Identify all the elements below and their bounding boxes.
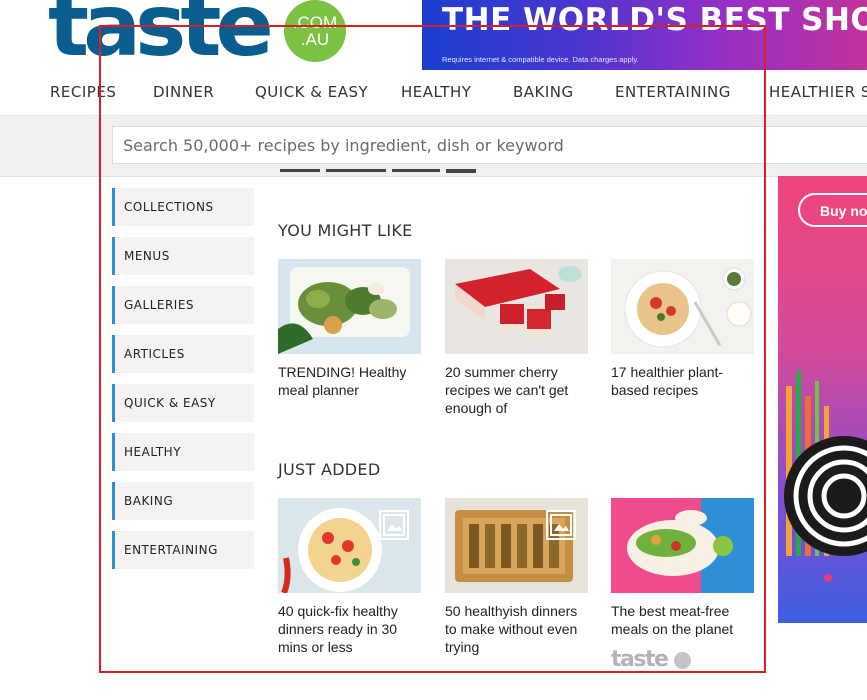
section-title-just-added: JUST ADDED [278,460,381,479]
sidebar-item-label: GALLERIES [124,298,195,312]
sidebar-item-label: MENUS [124,249,170,263]
sidebar-item-galleries[interactable]: GALLERIES [112,286,254,324]
card-title[interactable]: 20 summer cherry recipes we can't get en… [445,363,588,417]
card-title[interactable]: The best meat-free meals on the planet [611,602,754,638]
footer-logo-badge [674,652,691,669]
card-title[interactable]: TRENDING! Healthy meal planner [278,363,421,399]
sidebar-item-label: ARTICLES [124,347,185,361]
logo-badge: .COM .AU [284,0,346,62]
nav-item-baking[interactable]: BAKING [513,83,574,101]
card-title[interactable]: 40 quick-fix healthy dinners ready in 30… [278,602,421,656]
card-title[interactable]: 50 healthyish dinners to make without ev… [445,602,588,656]
footer-taste-logo: taste [611,647,669,672]
sidebar-item-collections[interactable]: COLLECTIONS [112,188,254,226]
nav-item-recipes[interactable]: RECIPES [50,83,116,101]
banner-fine-print: Requires internet & compatible device. D… [442,55,639,64]
side-ad[interactable]: Buy now [778,176,867,623]
card-image-tart[interactable] [445,498,588,593]
section-title-you-might-like: YOU MIGHT LIKE [278,221,413,240]
logo-badge-bottom: .AU [300,30,330,49]
nav-item-healthier[interactable]: HEALTHIER SU [769,83,867,101]
sidebar-item-label: BAKING [124,494,174,508]
sidebar-item-label: ENTERTAINING [124,543,218,557]
ad-artwork [784,371,867,582]
logo-wordmark: taste [48,0,274,76]
sidebar-item-quick-easy[interactable]: QUICK & EASY [112,384,254,422]
gallery-icon [546,510,576,540]
search-input[interactable] [112,126,867,164]
taste-logo[interactable]: taste .COM .AU [48,0,346,76]
card-image-pasta-bowl[interactable] [611,259,754,354]
banner-title: THE WORLD'S BEST SHOWS [442,2,867,38]
nav-item-quick-easy[interactable]: QUICK & EASY [255,83,368,101]
nav-item-healthy[interactable]: HEALTHY [401,83,471,101]
nav-item-dinner[interactable]: DINNER [153,83,214,101]
sidebar-item-label: QUICK & EASY [124,396,216,410]
main-nav: RECIPES DINNER QUICK & EASY HEALTHY BAKI… [0,70,867,116]
card-image-spaghetti[interactable] [278,498,421,593]
card-image-tacos[interactable] [611,498,754,593]
nav-item-entertaining[interactable]: ENTERTAINING [615,83,731,101]
card-image-healthy-meal[interactable] [278,259,421,354]
sidebar-item-label: COLLECTIONS [124,200,214,214]
top-banner-ad[interactable]: THE WORLD'S BEST SHOWS Requires internet… [422,0,867,70]
buy-now-button[interactable]: Buy now [798,193,867,227]
sidebar-item-label: HEALTHY [124,445,182,459]
logo-badge-top: .COM [292,13,338,32]
sidebar-item-entertaining[interactable]: ENTERTAINING [112,531,254,569]
sidebar-item-healthy[interactable]: HEALTHY [112,433,254,471]
sidebar-item-menus[interactable]: MENUS [112,237,254,275]
gallery-icon [379,510,409,540]
scrolled-text-remnant [274,166,484,176]
sidebar-item-articles[interactable]: ARTICLES [112,335,254,373]
card-title[interactable]: 17 healthier plant-based recipes [611,363,754,399]
card-image-cherry-slice[interactable] [445,259,588,354]
sidebar-item-baking[interactable]: BAKING [112,482,254,520]
